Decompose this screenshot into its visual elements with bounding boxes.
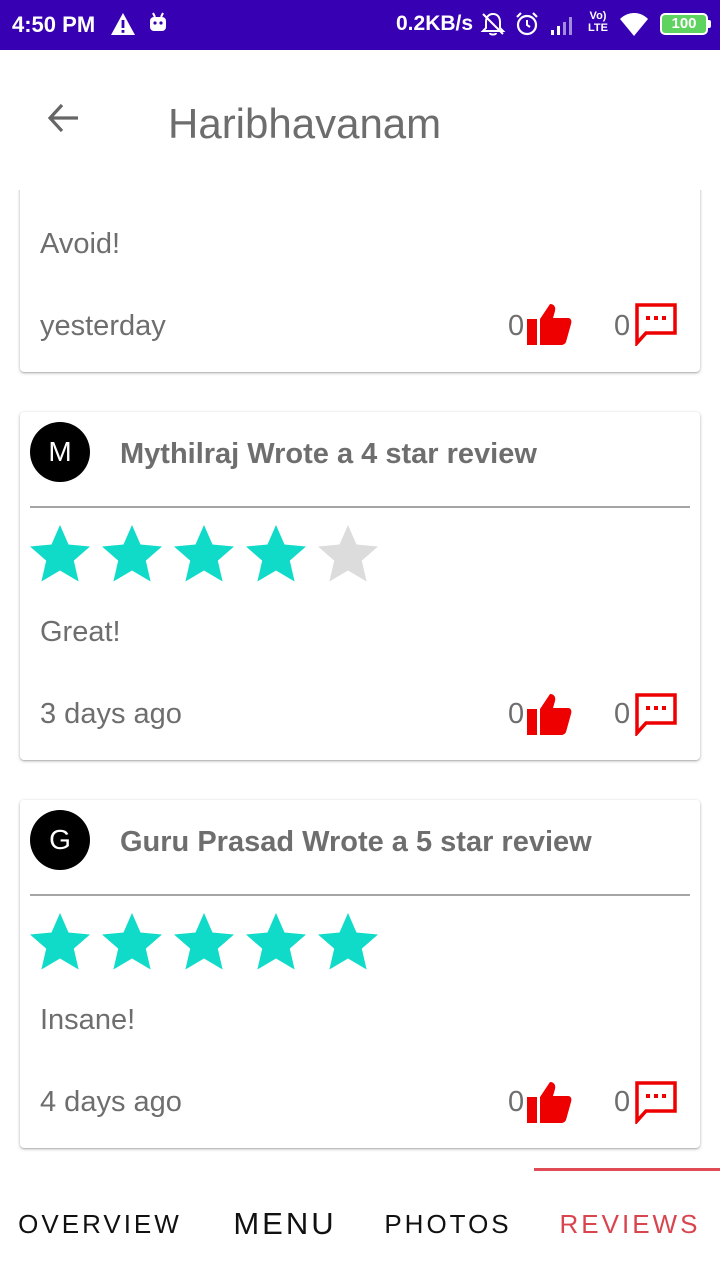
like-count: 0 <box>508 310 525 342</box>
comment-icon[interactable] <box>634 692 678 736</box>
star-filled-icon <box>174 525 234 582</box>
volte-indicator: Vo) LTE <box>588 10 608 34</box>
review-card: G Guru Prasad Wrote a 5 star review Insa… <box>20 800 700 1148</box>
review-text: Great! <box>40 616 121 648</box>
review-headline: Guru Prasad Wrote a 5 star review <box>120 826 592 858</box>
review-header: M Mythilraj Wrote a 4 star review <box>30 422 690 484</box>
star-filled-icon <box>174 913 234 970</box>
star-filled-icon <box>246 913 306 970</box>
review-card: Avoid! yesterday 0 0 <box>20 190 700 372</box>
battery-tip <box>707 20 711 28</box>
divider <box>30 506 690 508</box>
like-count: 0 <box>508 1086 525 1118</box>
avatar: G <box>30 810 90 870</box>
star-filled-icon <box>246 525 306 582</box>
app-bar: Haribhavanam <box>0 50 720 190</box>
status-time: 4:50 PM <box>12 12 96 37</box>
like-count: 0 <box>508 698 525 730</box>
comment-count: 0 <box>614 310 631 342</box>
star-filled-icon <box>30 913 90 970</box>
review-headline: Mythilraj Wrote a 4 star review <box>120 438 537 470</box>
comment-icon[interactable] <box>634 1080 678 1124</box>
tab-reviews[interactable]: REVIEWS <box>540 1168 720 1280</box>
review-text: Insane! <box>40 1004 136 1036</box>
comment-count: 0 <box>614 1086 631 1118</box>
thumbs-up-icon[interactable] <box>526 1080 572 1124</box>
network-speed: 0.2KB/s <box>396 12 474 35</box>
review-card: M Mythilraj Wrote a 4 star review Great!… <box>20 412 700 760</box>
thumbs-up-icon[interactable] <box>526 692 572 736</box>
star-rating <box>24 910 384 972</box>
comment-count: 0 <box>614 698 631 730</box>
status-bar: 4:50 PM 0.2KB/s Vo) LTE 100 <box>0 0 720 50</box>
wifi-icon <box>620 13 648 36</box>
back-button[interactable] <box>40 94 88 142</box>
alarm-icon <box>516 12 538 36</box>
bottom-tabs: OVERVIEW MENU PHOTOS REVIEWS <box>0 1168 720 1280</box>
tab-menu[interactable]: MENU <box>220 1168 350 1280</box>
battery-icon: 100 <box>660 13 708 35</box>
review-header: G Guru Prasad Wrote a 5 star review <box>30 810 690 872</box>
tab-overview[interactable]: OVERVIEW <box>10 1168 190 1280</box>
arrow-back-icon <box>47 103 78 133</box>
reviews-list[interactable]: Avoid! yesterday 0 0 M Mythilraj Wrote a… <box>0 190 720 1158</box>
star-filled-icon <box>30 525 90 582</box>
star-empty-icon <box>318 525 378 582</box>
tab-photos[interactable]: PHOTOS <box>370 1168 526 1280</box>
star-filled-icon <box>102 525 162 582</box>
review-date: yesterday <box>40 310 166 342</box>
review-date: 4 days ago <box>40 1086 182 1118</box>
star-filled-icon <box>102 913 162 970</box>
bell-off-icon <box>480 12 506 36</box>
avatar: M <box>30 422 90 482</box>
warning-icon <box>111 13 135 35</box>
star-rating <box>24 522 384 584</box>
thumbs-up-icon[interactable] <box>526 302 572 346</box>
android-icon <box>150 12 166 31</box>
review-date: 3 days ago <box>40 698 182 730</box>
comment-icon[interactable] <box>634 302 678 346</box>
page-title: Haribhavanam <box>168 100 442 147</box>
star-filled-icon <box>318 913 378 970</box>
divider <box>30 894 690 896</box>
review-text: Avoid! <box>40 228 121 260</box>
signal-icon <box>551 17 572 35</box>
